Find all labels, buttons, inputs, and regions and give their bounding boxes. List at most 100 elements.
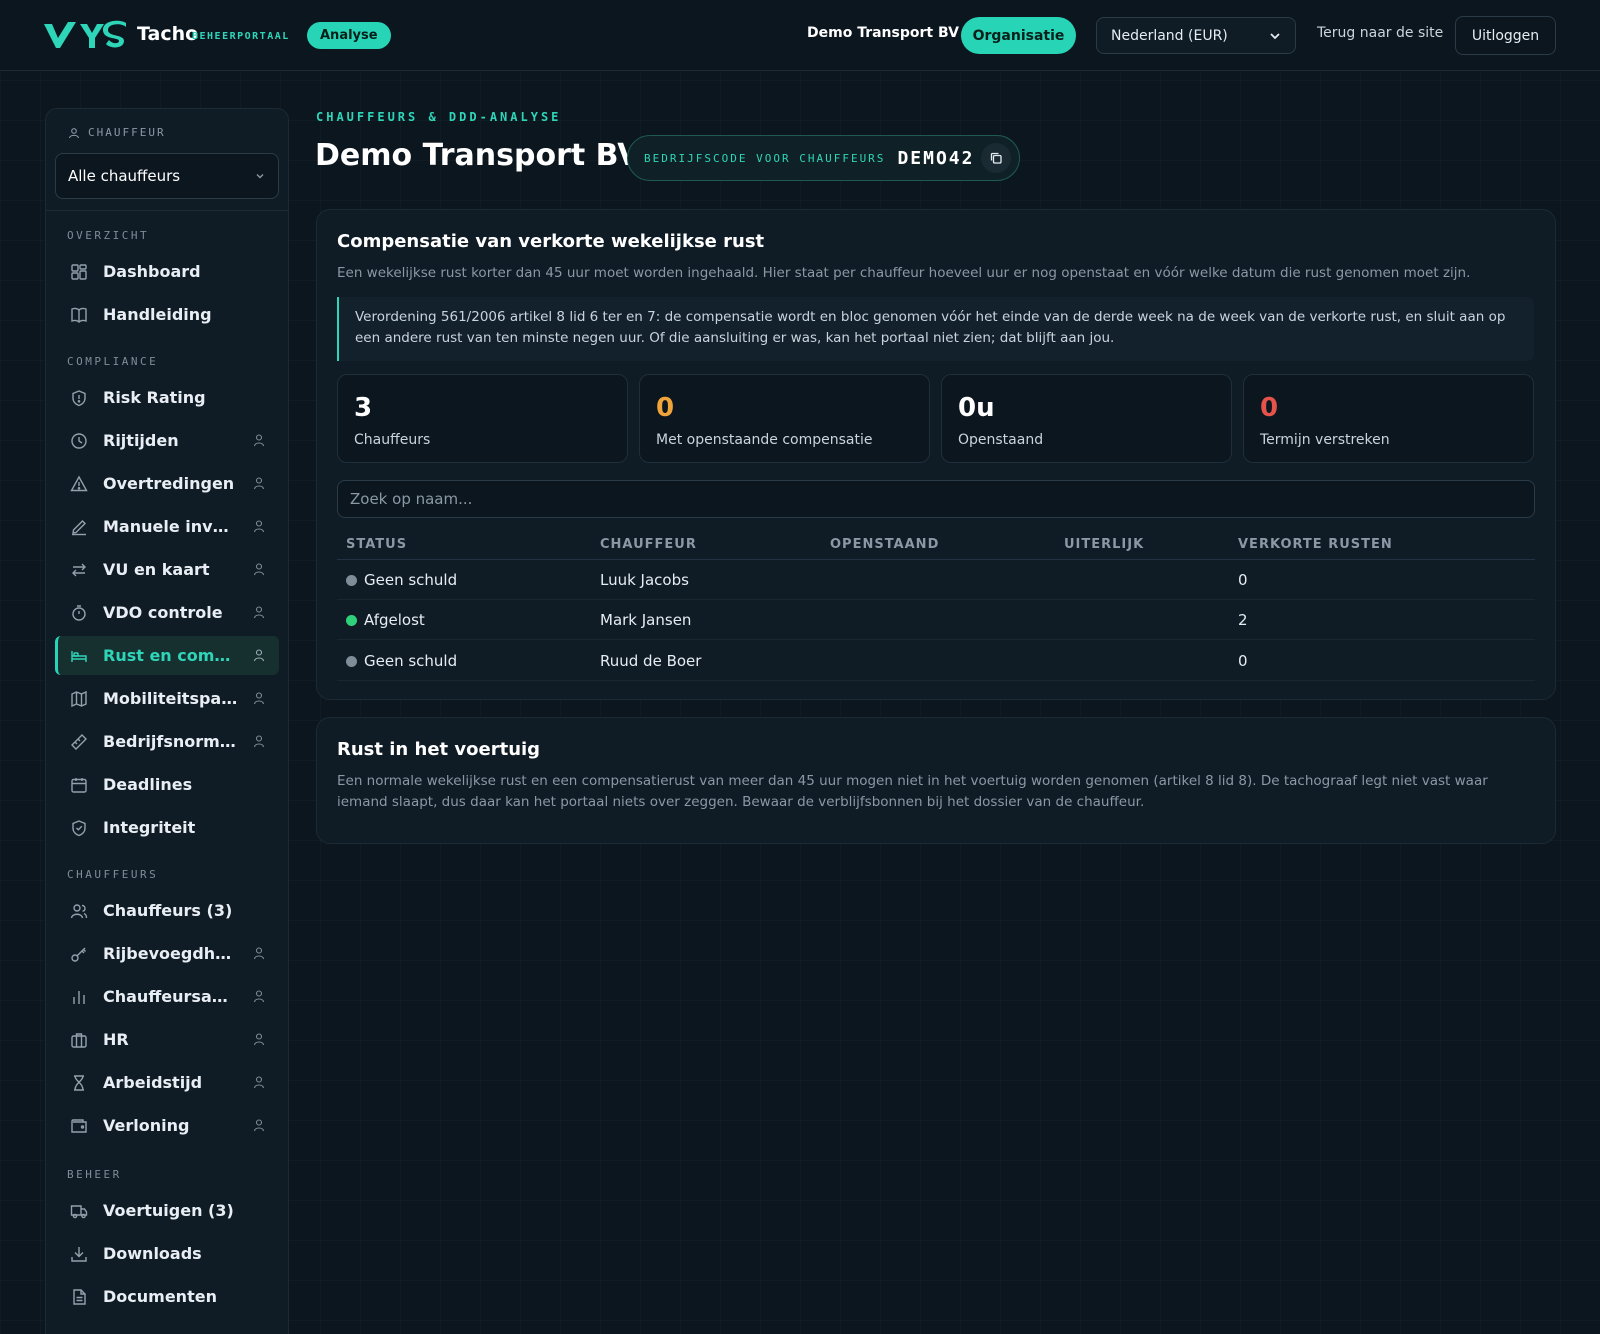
sidebar-item-rust-en-compensatie[interactable]: Rust en compen… bbox=[55, 636, 279, 675]
person-icon bbox=[253, 990, 265, 1003]
stat-card-open-compensation: 0 Met openstaande compensatie bbox=[639, 374, 930, 463]
sidebar-item-label: Chauffeursanaly… bbox=[103, 987, 238, 1006]
column-header-chauffeur[interactable]: CHAUFFEUR bbox=[600, 537, 697, 552]
sidebar-item-label: Documenten bbox=[103, 1287, 217, 1306]
sidebar-item-voertuigen[interactable]: Voertuigen (3) bbox=[55, 1191, 279, 1230]
person-icon bbox=[253, 477, 265, 490]
sidebar-item-downloads[interactable]: Downloads bbox=[55, 1234, 279, 1273]
map-icon bbox=[69, 689, 89, 709]
company-code-value: DEMO42 bbox=[897, 147, 975, 169]
sidebar-item-label: Manuele invoer bbox=[103, 517, 238, 536]
stat-card-outstanding-hours: 0u Openstaand bbox=[941, 374, 1232, 463]
regulation-callout: Verordening 561/2006 artikel 8 lid 6 ter… bbox=[337, 297, 1534, 361]
sidebar-item-risk-rating[interactable]: Risk Rating bbox=[55, 378, 279, 417]
sidebar-item-hr[interactable]: HR bbox=[55, 1020, 279, 1059]
sidebar-item-bedrijfsnormen[interactable]: Bedrijfsnormen bbox=[55, 722, 279, 761]
logo[interactable] bbox=[42, 18, 128, 52]
chauffeur-filter-label: CHAUFFEUR bbox=[88, 126, 166, 139]
sidebar-item-arbeidstijd[interactable]: Arbeidstijd bbox=[55, 1063, 279, 1102]
sidebar-item-label: Risk Rating bbox=[103, 388, 206, 407]
status-dot bbox=[346, 615, 357, 626]
vehicle-rest-title: Rust in het voertuig bbox=[337, 739, 541, 760]
logout-button[interactable]: Uitloggen bbox=[1455, 16, 1556, 55]
person-icon bbox=[253, 649, 265, 662]
vehicle-rest-card: Rust in het voertuig Een normale wekelij… bbox=[316, 717, 1556, 844]
sidebar-item-label: Voertuigen (3) bbox=[103, 1201, 234, 1220]
sidebar-item-verloning[interactable]: Verloning bbox=[55, 1106, 279, 1145]
column-header-verkorte-rusten[interactable]: VERKORTE RUSTEN bbox=[1238, 537, 1393, 552]
company-code-pill: BEDRIJFSCODE VOOR CHAUFFEURS DEMO42 bbox=[627, 135, 1020, 181]
section-label-compliance: COMPLIANCE bbox=[67, 355, 159, 368]
sidebar-item-vdo-controle[interactable]: VDO controle bbox=[55, 593, 279, 632]
sidebar-item-overtredingen[interactable]: Overtredingen bbox=[55, 464, 279, 503]
sidebar-item-label: Rust en compen… bbox=[103, 646, 238, 665]
person-icon bbox=[253, 947, 265, 960]
shortened-rests-cell: 0 bbox=[1238, 571, 1248, 589]
sidebar-item-label: Integriteit bbox=[103, 818, 196, 837]
status-text: Geen schuld bbox=[364, 652, 458, 670]
row-divider bbox=[337, 599, 1535, 600]
sidebar-item-deadlines[interactable]: Deadlines bbox=[55, 765, 279, 804]
sidebar-item-dashboard[interactable]: Dashboard bbox=[55, 252, 279, 291]
sidebar-item-label: Dashboard bbox=[103, 262, 201, 281]
sidebar-item-label: Chauffeurs (3) bbox=[103, 901, 233, 920]
copy-icon bbox=[990, 152, 1002, 164]
country-select[interactable]: Nederland (EUR) bbox=[1096, 17, 1296, 54]
row-divider bbox=[337, 639, 1535, 640]
chevron-down-icon bbox=[256, 174, 264, 179]
page-title: Demo Transport BV bbox=[315, 138, 641, 173]
stat-card-expired: 0 Termijn verstreken bbox=[1243, 374, 1534, 463]
download-icon bbox=[69, 1244, 89, 1264]
sidebar-item-handleiding[interactable]: Handleiding bbox=[55, 295, 279, 334]
stat-label: Met openstaande compensatie bbox=[656, 432, 873, 448]
analyse-badge[interactable]: Analyse bbox=[307, 22, 391, 49]
status-text: Afgelost bbox=[364, 611, 425, 629]
section-label-overzicht: OVERZICHT bbox=[67, 229, 150, 242]
stat-value: 0 bbox=[1260, 393, 1279, 423]
driver-cell: Luuk Jacobs bbox=[600, 571, 689, 589]
bed-icon bbox=[69, 646, 89, 666]
sidebar-item-label: VU en kaart bbox=[103, 560, 210, 579]
sidebar-item-rijbevoegdheid[interactable]: Rijbevoegdheid bbox=[55, 934, 279, 973]
column-header-openstaand[interactable]: OPENSTAAND bbox=[830, 537, 939, 552]
column-header-uiterlijk[interactable]: UITERLIJK bbox=[1064, 537, 1144, 552]
sidebar-item-label: HR bbox=[103, 1030, 129, 1049]
sidebar-item-label: Arbeidstijd bbox=[103, 1073, 203, 1092]
organisation-button[interactable]: Organisatie bbox=[961, 17, 1076, 54]
stat-label: Openstaand bbox=[958, 432, 1044, 448]
column-header-status[interactable]: STATUS bbox=[346, 537, 407, 552]
stat-value: 3 bbox=[354, 393, 373, 423]
shortened-rests-cell: 0 bbox=[1238, 652, 1248, 670]
sidebar-item-rijtijden[interactable]: Rijtijden bbox=[55, 421, 279, 460]
chauffeur-filter-heading: CHAUFFEUR bbox=[68, 126, 166, 139]
copy-code-button[interactable] bbox=[981, 143, 1011, 173]
status-cell: Geen schuld bbox=[346, 652, 457, 670]
sidebar-item-chauffeursanalyse[interactable]: Chauffeursanaly… bbox=[55, 977, 279, 1016]
book-icon bbox=[69, 305, 89, 325]
search-input[interactable] bbox=[337, 480, 1535, 518]
shield-check-icon bbox=[69, 818, 89, 838]
sidebar-item-mobiliteitspakket[interactable]: Mobiliteitspakket bbox=[55, 679, 279, 718]
chauffeur-select[interactable]: Alle chauffeurs bbox=[55, 153, 279, 199]
back-to-site-link[interactable]: Terug naar de site bbox=[1317, 25, 1443, 41]
status-text: Geen schuld bbox=[364, 571, 458, 589]
stat-value: 0 bbox=[656, 393, 675, 423]
compensation-description: Een wekelijkse rust korter dan 45 uur mo… bbox=[337, 265, 1471, 281]
sidebar-item-manuele-invoer[interactable]: Manuele invoer bbox=[55, 507, 279, 546]
sidebar-item-documenten[interactable]: Documenten bbox=[55, 1277, 279, 1316]
status-cell: Afgelost bbox=[346, 611, 425, 629]
driver-cell: Mark Jansen bbox=[600, 611, 692, 629]
person-icon bbox=[253, 563, 265, 576]
sidebar-item-label: Bedrijfsnormen bbox=[103, 732, 238, 751]
status-dot bbox=[346, 575, 357, 586]
swap-icon bbox=[69, 560, 89, 580]
sidebar-item-integriteit[interactable]: Integriteit bbox=[55, 808, 279, 847]
driver-cell: Ruud de Boer bbox=[600, 652, 702, 670]
key-icon bbox=[69, 944, 89, 964]
status-dot bbox=[346, 656, 357, 667]
bar-chart-icon bbox=[69, 987, 89, 1007]
sidebar-item-vu-en-kaart[interactable]: VU en kaart bbox=[55, 550, 279, 589]
sidebar-item-label: VDO controle bbox=[103, 603, 223, 622]
sidebar-item-chauffeurs[interactable]: Chauffeurs (3) bbox=[55, 891, 279, 930]
logo-mark-icon bbox=[44, 20, 126, 48]
